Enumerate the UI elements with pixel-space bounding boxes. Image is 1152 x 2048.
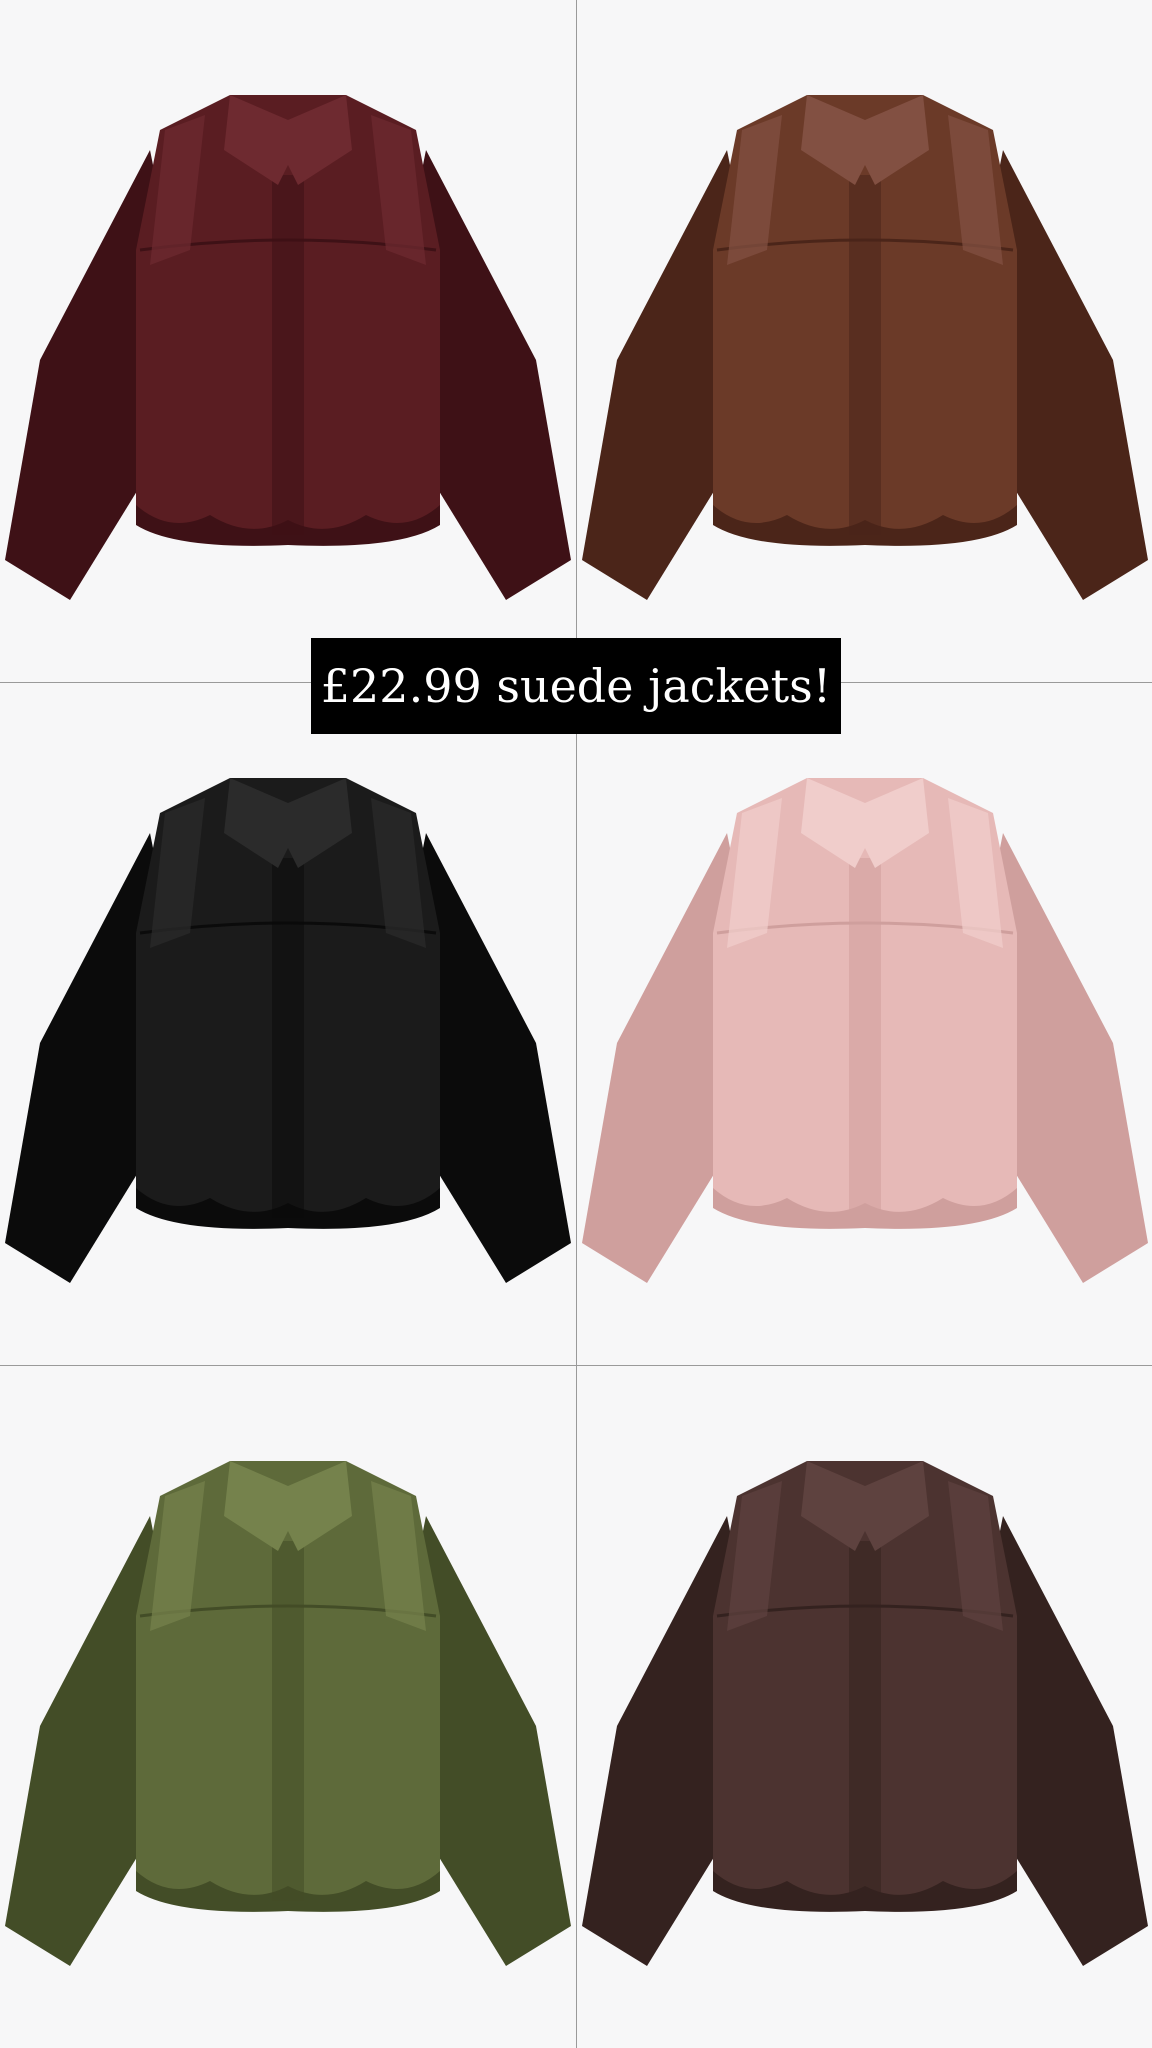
front-placket — [272, 175, 304, 535]
jacket-photo-burgundy — [0, 0, 576, 682]
jacket-shape — [582, 95, 1148, 600]
price-banner: £22.99 suede jackets! — [311, 638, 841, 734]
jacket-photo-olive — [0, 1366, 576, 2048]
chocolate-suede-jacket-image — [582, 1461, 1148, 1966]
olive-suede-jacket-image — [5, 1461, 571, 1966]
front-placket — [849, 858, 881, 1218]
front-placket — [272, 1541, 304, 1901]
brown-suede-jacket-image — [582, 95, 1148, 600]
pink-suede-jacket-image — [582, 778, 1148, 1283]
front-placket — [849, 175, 881, 535]
jacket-shape — [582, 778, 1148, 1283]
black-suede-jacket-image — [5, 778, 571, 1283]
front-placket — [272, 858, 304, 1218]
jacket-photo-black — [0, 683, 576, 1365]
jacket-shape — [582, 1461, 1148, 1966]
horizontal-divider-bottom — [0, 1365, 1152, 1366]
vertical-divider — [576, 0, 577, 2048]
jacket-photo-chocolate — [577, 1366, 1152, 2048]
jacket-shape — [5, 95, 571, 600]
jacket-shape — [5, 1461, 571, 1966]
burgundy-suede-jacket-image — [5, 95, 571, 600]
product-photo-collage: £22.99 suede jackets! — [0, 0, 1152, 2048]
jacket-photo-pink — [577, 683, 1152, 1365]
jacket-photo-brown — [577, 0, 1152, 682]
front-placket — [849, 1541, 881, 1901]
jacket-shape — [5, 778, 571, 1283]
